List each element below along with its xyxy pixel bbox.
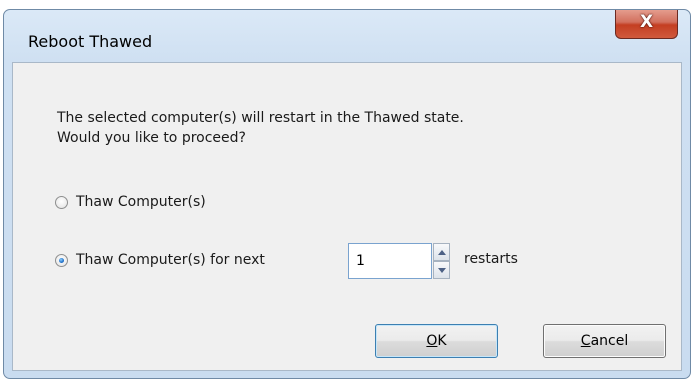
up-arrow-icon <box>437 249 446 255</box>
cancel-label-rest: ancel <box>590 333 629 349</box>
cancel-mnemonic: C <box>580 333 591 349</box>
thaw-computers-radio[interactable] <box>55 195 68 209</box>
spin-up-button[interactable] <box>433 243 450 261</box>
ok-mnemonic: O <box>426 333 438 349</box>
thaw-for-next-radio[interactable] <box>55 253 68 267</box>
restarts-suffix-label: restarts <box>464 251 518 267</box>
spin-down-button[interactable] <box>433 261 450 279</box>
ok-button[interactable]: OK <box>375 324 498 358</box>
restarts-spinner[interactable] <box>433 243 450 279</box>
confirmation-message: The selected computer(s) will restart in… <box>57 108 464 148</box>
restarts-count-input[interactable] <box>348 243 432 279</box>
close-button[interactable]: X <box>615 10 678 39</box>
dialog-title: Reboot Thawed <box>28 32 153 51</box>
thaw-computers-option[interactable]: Thaw Computer(s) <box>55 194 206 210</box>
dialog-content: The selected computer(s) will restart in… <box>12 62 682 371</box>
message-line-2: Would you like to proceed? <box>57 130 246 146</box>
thaw-for-next-label[interactable]: Thaw Computer(s) for next <box>76 252 265 268</box>
ok-label-rest: K <box>437 333 447 349</box>
message-line-1: The selected computer(s) will restart in… <box>57 110 464 126</box>
close-icon: X <box>639 12 654 32</box>
thaw-computers-label[interactable]: Thaw Computer(s) <box>76 194 206 210</box>
reboot-thawed-dialog: Reboot Thawed X The selected computer(s)… <box>3 9 691 379</box>
title-bar[interactable]: Reboot Thawed X <box>4 10 690 62</box>
cancel-button[interactable]: Cancel <box>543 324 666 358</box>
down-arrow-icon <box>437 267 446 273</box>
thaw-for-next-option[interactable]: Thaw Computer(s) for next <box>55 252 265 268</box>
